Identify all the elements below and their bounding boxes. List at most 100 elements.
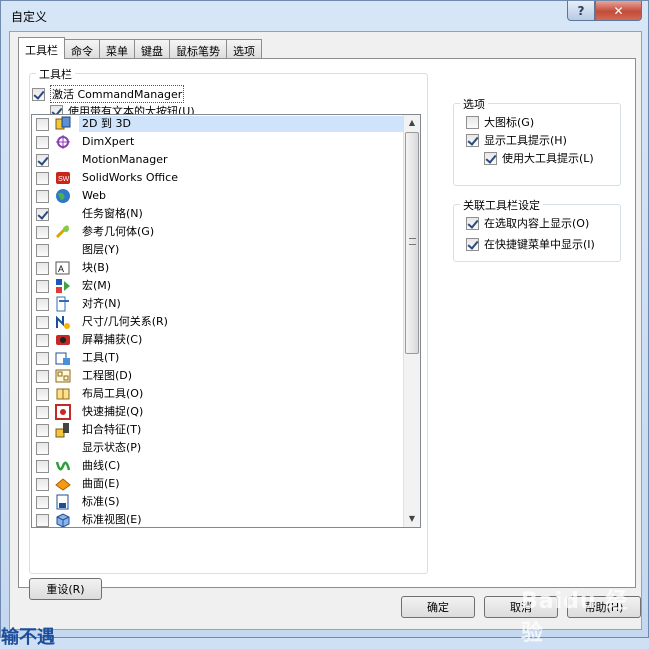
fastening-features-icon <box>55 422 71 438</box>
show-on-selection-checkbox[interactable] <box>466 216 479 230</box>
toolbar-item-label: 块(B) <box>82 261 110 274</box>
activate-commandmanager-checkbox[interactable] <box>32 87 45 101</box>
dialog-client: 工具栏 命令 菜单 键盘 鼠标笔势 选项 工具栏 激活 CommandManag… <box>9 31 642 630</box>
toolbar-list[interactable]: 2D 到 3D DimXpert MotionManager SW SolidWorks… <box>31 114 421 528</box>
ok-button[interactable]: 确定 <box>401 596 475 618</box>
toolbar-item-checkbox[interactable] <box>36 261 49 275</box>
toolbar-item-checkbox[interactable] <box>36 387 49 401</box>
baidu-watermark: Baidu 经验 <box>521 589 629 646</box>
toolbar-list-item-t[interactable]: 扣合特征(T) <box>32 421 420 439</box>
toolbar-item-checkbox[interactable] <box>36 225 49 239</box>
scroll-up-icon[interactable]: ▲ <box>404 115 420 131</box>
activate-commandmanager-option[interactable]: 激活 CommandManager <box>32 85 185 103</box>
title-bar[interactable]: 自定义 ? ✕ <box>1 1 648 31</box>
toolbar-list-item-c[interactable]: 屏幕捕获(C) <box>32 331 420 349</box>
2d-to-3d-icon <box>55 116 71 132</box>
toolbar-item-checkbox[interactable] <box>36 135 49 149</box>
reset-button[interactable]: 重设(R) <box>29 578 102 600</box>
large-tooltips-checkbox[interactable] <box>484 151 497 165</box>
show-in-shortcut-label: 在快捷键菜单中显示(I) <box>484 238 595 251</box>
toolbar-list-item-n[interactable]: 对齐(N) <box>32 295 420 313</box>
toolbar-item-checkbox[interactable] <box>36 297 49 311</box>
toolbar-list-item-2d-3d[interactable]: 2D 到 3D <box>32 115 420 133</box>
toolbar-list-item-dimxpert[interactable]: DimXpert <box>32 133 420 151</box>
toolbar-item-checkbox[interactable] <box>36 243 49 257</box>
toolbar-item-checkbox[interactable] <box>36 369 49 383</box>
toolbar-list-item-p[interactable]: 显示状态(P) <box>32 439 420 457</box>
toolbar-list-item-y[interactable]: 图层(Y) <box>32 241 420 259</box>
tab-toolbars[interactable]: 工具栏 <box>18 37 65 59</box>
toolbar-list-item-e[interactable]: 曲面(E) <box>32 475 420 493</box>
show-in-shortcut-checkbox[interactable] <box>466 237 479 251</box>
toolbar-list-item-m[interactable]: 宏(M) <box>32 277 420 295</box>
tab-commands[interactable]: 命令 <box>64 39 100 59</box>
toolbar-item-checkbox[interactable] <box>36 171 49 185</box>
show-on-selection-option[interactable]: 在选取内容上显示(O) <box>466 215 589 231</box>
blank-icon <box>55 440 71 456</box>
toolbar-item-checkbox[interactable] <box>36 459 49 473</box>
toolbar-list-item-solidworks-office[interactable]: SW SolidWorks Office <box>32 169 420 187</box>
toolbar-item-checkbox[interactable] <box>36 495 49 509</box>
show-in-shortcut-option[interactable]: 在快捷键菜单中显示(I) <box>466 236 595 252</box>
solidworks-office-icon: SW <box>55 170 71 186</box>
toolbar-item-checkbox[interactable] <box>36 315 49 329</box>
toolbar-list-item-d[interactable]: 工程图(D) <box>32 367 420 385</box>
toolbar-list-item-q[interactable]: 快速捕捉(Q) <box>32 403 420 421</box>
toolbar-list-item-b[interactable]: A 块(B) <box>32 259 420 277</box>
toolbar-item-checkbox[interactable] <box>36 351 49 365</box>
macro-icon <box>55 278 71 294</box>
toolbar-list-item-n[interactable]: 任务窗格(N) <box>32 205 420 223</box>
scroll-thumb[interactable] <box>405 132 419 354</box>
toolbar-item-label: 快速捕捉(Q) <box>82 405 144 418</box>
toolbar-item-checkbox[interactable] <box>36 279 49 293</box>
toolbar-item-label: 曲面(E) <box>82 477 120 490</box>
tab-mouse-gestures[interactable]: 鼠标笔势 <box>169 39 227 59</box>
toolbar-item-checkbox[interactable] <box>36 441 49 455</box>
toolbar-item-label: MotionManager <box>82 153 168 166</box>
dimxpert-icon <box>55 134 71 150</box>
toolbar-list-item-s[interactable]: 标准(S) <box>32 493 420 511</box>
scroll-down-icon[interactable]: ▼ <box>404 511 420 527</box>
block-icon: A <box>55 260 71 276</box>
toolbar-item-checkbox[interactable] <box>36 153 49 167</box>
large-tooltips-option[interactable]: 使用大工具提示(L) <box>484 150 594 166</box>
toolbar-item-checkbox[interactable] <box>36 405 49 419</box>
standard-views-icon <box>55 512 71 527</box>
toolbar-item-checkbox[interactable] <box>36 477 49 491</box>
help-icon[interactable]: ? <box>567 1 595 21</box>
toolbar-list-item-r[interactable]: 尺寸/几何关系(R) <box>32 313 420 331</box>
show-tooltips-option[interactable]: 显示工具提示(H) <box>466 132 567 148</box>
toolbar-list-item-web[interactable]: Web <box>32 187 420 205</box>
toolbar-list-item-o[interactable]: 布局工具(O) <box>32 385 420 403</box>
tab-menus[interactable]: 菜单 <box>99 39 135 59</box>
toolbar-list-scrollbar[interactable]: ▲ ▼ <box>403 115 420 527</box>
toolbar-list-item-g[interactable]: 参考几何体(G) <box>32 223 420 241</box>
toolbar-list-item-e[interactable]: 标准视图(E) <box>32 511 420 527</box>
toolbar-list-item-c[interactable]: 曲线(C) <box>32 457 420 475</box>
quick-snap-icon <box>55 404 71 420</box>
curves-icon <box>55 458 71 474</box>
toolbar-item-label: 任务窗格(N) <box>82 207 143 220</box>
toolbar-item-checkbox[interactable] <box>36 117 49 131</box>
toolbar-item-checkbox[interactable] <box>36 189 49 203</box>
toolbar-item-checkbox[interactable] <box>36 513 49 527</box>
large-icons-option[interactable]: 大图标(G) <box>466 114 534 130</box>
options-group: 选项 大图标(G) 显示工具提示(H) 使用大工具提示(L) <box>453 96 621 186</box>
show-tooltips-checkbox[interactable] <box>466 133 479 147</box>
close-icon[interactable]: ✕ <box>595 1 642 21</box>
toolbar-item-checkbox[interactable] <box>36 333 49 347</box>
toolbar-item-checkbox[interactable] <box>36 207 49 221</box>
tab-keyboard[interactable]: 键盘 <box>134 39 170 59</box>
window-title: 自定义 <box>11 10 48 24</box>
large-icons-checkbox[interactable] <box>466 115 479 129</box>
blank-icon <box>55 206 71 222</box>
toolbar-item-label: 显示状态(P) <box>82 441 142 454</box>
toolbar-list-item-t[interactable]: 工具(T) <box>32 349 420 367</box>
large-icons-label: 大图标(G) <box>484 116 535 129</box>
toolbar-item-checkbox[interactable] <box>36 423 49 437</box>
toolbar-item-label: 工程图(D) <box>82 369 133 382</box>
blank-icon <box>55 152 71 168</box>
tab-options[interactable]: 选项 <box>226 39 262 59</box>
toolbar-list-item-motionmanager[interactable]: MotionManager <box>32 151 420 169</box>
tools-icon <box>55 350 71 366</box>
